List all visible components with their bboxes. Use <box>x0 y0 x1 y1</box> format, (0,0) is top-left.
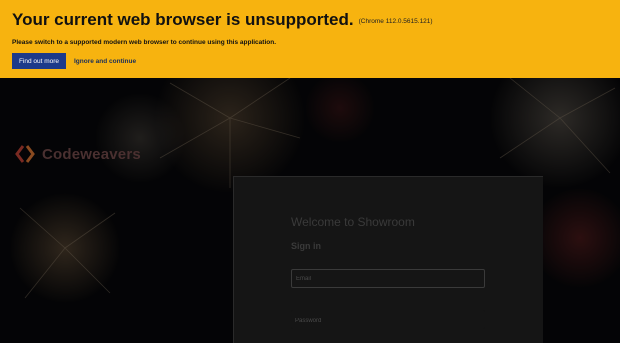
unsupported-browser-banner: Your current web browser is unsupported.… <box>0 0 620 78</box>
email-field[interactable] <box>291 269 485 288</box>
ignore-and-continue-link[interactable]: Ignore and continue <box>74 58 136 65</box>
browser-version: (Chrome 112.0.5615.121) <box>358 18 433 25</box>
banner-actions: Find out more Ignore and continue <box>12 53 608 69</box>
banner-message: Please switch to a supported modern web … <box>12 39 277 46</box>
brand-name: Codeweavers <box>42 145 141 163</box>
sign-in-label: Sign in <box>291 241 321 251</box>
password-field[interactable] <box>291 310 485 329</box>
codeweavers-logo-icon <box>15 145 35 163</box>
brand-logo: Codeweavers <box>14 144 141 164</box>
find-out-more-button[interactable]: Find out more <box>12 53 66 69</box>
login-heading: Welcome to Showroom <box>291 215 415 229</box>
hero-background: Codeweavers Welcome to Showroom Sign in <box>0 78 620 343</box>
banner-headline: Your current web browser is unsupported.… <box>12 10 608 30</box>
banner-title: Your current web browser is unsupported. <box>12 10 354 29</box>
login-card: Welcome to Showroom Sign in <box>233 176 543 343</box>
